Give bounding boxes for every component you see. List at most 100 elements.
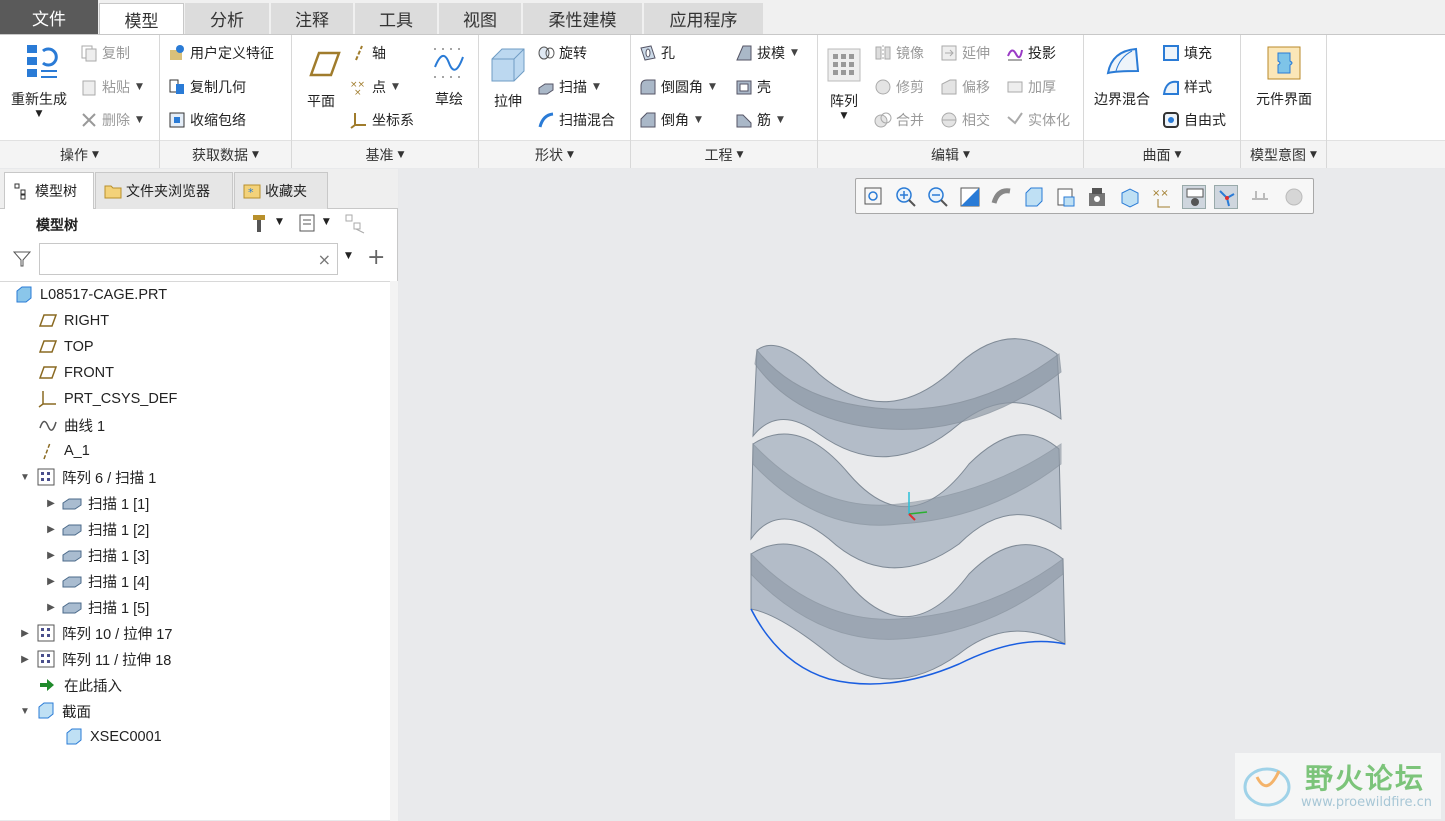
datum-display-icon[interactable]: ×× <box>1150 185 1174 209</box>
tree-item-sweep-3[interactable]: ▶ 扫描 1 [3] <box>44 543 149 567</box>
round-button[interactable]: 倒圆角 ▼ <box>639 75 716 99</box>
expand-icon[interactable]: ▶ <box>44 550 58 561</box>
zoom-out-icon[interactable] <box>926 185 950 209</box>
intersect-button[interactable]: 相交 <box>940 108 990 132</box>
group-footer-surfaces[interactable]: 曲面 ▼ <box>1084 140 1240 168</box>
sketch-button[interactable]: 草绘 <box>426 43 472 109</box>
udf-button[interactable]: 用户定义特征 <box>168 41 274 65</box>
sweep-button[interactable]: 扫描 ▼ <box>537 75 600 99</box>
tree-item-sections[interactable]: ▼ 截面 <box>18 699 91 723</box>
copy-button[interactable]: 复制 <box>80 41 130 65</box>
settings-tool-icon[interactable] <box>250 213 268 232</box>
tree-item-pattern-11[interactable]: ▶ 阵列 11 / 拉伸 18 <box>18 647 171 671</box>
tree-item-pattern-10[interactable]: ▶ 阵列 10 / 拉伸 17 <box>18 621 172 645</box>
show-list-icon[interactable] <box>297 213 315 232</box>
tab-annotate[interactable]: 注释 <box>271 3 354 34</box>
tree-item-sweep-2[interactable]: ▶ 扫描 1 [2] <box>44 517 149 541</box>
group-footer-editing[interactable]: 编辑 ▼ <box>818 140 1083 168</box>
tab-applications[interactable]: 应用程序 <box>644 3 764 34</box>
tree-search-input[interactable]: × <box>39 243 338 275</box>
delete-button[interactable]: 删除 ▼ <box>80 108 143 132</box>
shell-button[interactable]: 壳 <box>735 75 771 99</box>
saved-orientations-icon[interactable] <box>1022 185 1046 209</box>
graphics-viewport[interactable]: ×× 野火论坛 www.proewildfire.cn <box>399 169 1445 820</box>
collapse-icon[interactable]: ▼ <box>18 472 32 483</box>
display-style-icon[interactable] <box>990 185 1014 209</box>
tree-item-part[interactable]: L08517-CAGE.PRT <box>14 283 167 307</box>
offset-button[interactable]: 偏移 <box>940 75 990 99</box>
tab-view[interactable]: 视图 <box>439 3 522 34</box>
fill-button[interactable]: 填充 <box>1162 41 1212 65</box>
spin-center-icon[interactable] <box>1118 185 1142 209</box>
solidify-button[interactable]: 实体化 <box>1006 108 1070 132</box>
tree-item-insert-here[interactable]: 在此插入 <box>38 673 122 697</box>
paste-button[interactable]: 粘贴 ▼ <box>80 75 143 99</box>
tree-item-axis[interactable]: A_1 <box>38 439 90 463</box>
settings-dropdown-icon[interactable]: ▼ <box>276 217 283 227</box>
clear-search-icon[interactable]: × <box>318 250 331 269</box>
hole-button[interactable]: 孔 <box>639 41 675 65</box>
expand-icon[interactable]: ▶ <box>44 524 58 535</box>
tree-item-curve[interactable]: 曲线 1 <box>38 413 105 437</box>
tab-tools[interactable]: 工具 <box>355 3 438 34</box>
thicken-button[interactable]: 加厚 <box>1006 75 1056 99</box>
shrinkwrap-button[interactable]: 收缩包络 <box>168 108 246 132</box>
tab-model[interactable]: 模型 <box>99 3 184 35</box>
freestyle-button[interactable]: 自由式 <box>1162 108 1226 132</box>
spin-center-toggle-icon[interactable] <box>1214 185 1238 209</box>
tab-analysis[interactable]: 分析 <box>185 3 270 34</box>
refit-icon[interactable] <box>862 185 886 209</box>
csys-button[interactable]: 坐标系 <box>350 108 414 132</box>
swept-blend-button[interactable]: 扫描混合 <box>537 108 615 132</box>
group-footer-get-data[interactable]: 获取数据 ▼ <box>160 140 291 168</box>
tree-scrollbar[interactable] <box>390 281 398 821</box>
cage-model[interactable] <box>739 324 1079 694</box>
component-interface-button[interactable]: 元件界面 <box>1249 43 1319 109</box>
search-dropdown-icon[interactable]: ▼ <box>345 251 352 261</box>
point-button[interactable]: ×× × 点 ▼ <box>350 75 399 99</box>
group-footer-engineering[interactable]: 工程 ▼ <box>631 140 817 168</box>
expand-icon[interactable]: ▶ <box>44 602 58 613</box>
chamfer-button[interactable]: 倒角 ▼ <box>639 108 702 132</box>
trim-button[interactable]: 修剪 <box>874 75 924 99</box>
tree-item-right[interactable]: RIGHT <box>38 309 109 333</box>
tree-item-front[interactable]: FRONT <box>38 361 114 385</box>
boundary-blend-button[interactable]: 边界混合 <box>1088 43 1156 109</box>
expand-icon[interactable]: ▶ <box>18 654 32 665</box>
expand-icon[interactable]: ▶ <box>44 576 58 587</box>
hidden-items-icon[interactable] <box>344 213 365 234</box>
filter-icon[interactable] <box>12 249 32 269</box>
tree-item-sweep-5[interactable]: ▶ 扫描 1 [5] <box>44 595 149 619</box>
extend-button[interactable]: 延伸 <box>940 41 990 65</box>
add-filter-icon[interactable]: + <box>367 245 385 270</box>
tab-file[interactable]: 文件 <box>0 0 99 34</box>
show-dropdown-icon[interactable]: ▼ <box>323 217 330 227</box>
tree-item-pattern-6[interactable]: ▼ 阵列 6 / 扫描 1 <box>18 465 156 489</box>
disabled-tool-icon[interactable] <box>1248 185 1272 209</box>
regenerate-button[interactable]: 重新生成 ▼ <box>8 43 70 119</box>
repaint-icon[interactable] <box>958 185 982 209</box>
group-footer-datum[interactable]: 基准 ▼ <box>292 140 478 168</box>
pattern-button[interactable]: 阵列 ▼ <box>824 45 864 121</box>
collapse-icon[interactable]: ▼ <box>18 706 32 717</box>
expand-icon[interactable]: ▶ <box>18 628 32 639</box>
disabled-sphere-icon[interactable] <box>1282 185 1306 209</box>
rib-button[interactable]: 筋 ▼ <box>735 108 784 132</box>
project-button[interactable]: 投影 <box>1006 41 1056 65</box>
zoom-in-icon[interactable] <box>894 185 918 209</box>
merge-button[interactable]: 合并 <box>874 108 924 132</box>
tab-flexible-modeling[interactable]: 柔性建模 <box>523 3 643 34</box>
mirror-button[interactable]: 镜像 <box>874 41 924 65</box>
annotation-display-icon[interactable] <box>1182 185 1206 209</box>
style-button[interactable]: 样式 <box>1162 75 1212 99</box>
tree-item-sweep-4[interactable]: ▶ 扫描 1 [4] <box>44 569 149 593</box>
tab-favorites[interactable]: * 收藏夹 <box>234 172 328 209</box>
tree-item-top[interactable]: TOP <box>38 335 94 359</box>
axis-button[interactable]: 轴 <box>350 41 386 65</box>
tree-item-sweep-1[interactable]: ▶ 扫描 1 [1] <box>44 491 149 515</box>
plane-button[interactable]: 平面 <box>298 45 344 111</box>
extrude-button[interactable]: 拉伸 <box>485 45 531 111</box>
revolve-button[interactable]: 旋转 <box>537 41 587 65</box>
group-footer-model-intent[interactable]: 模型意图 ▼ <box>1241 140 1326 168</box>
tab-model-tree[interactable]: 模型树 <box>4 172 94 209</box>
